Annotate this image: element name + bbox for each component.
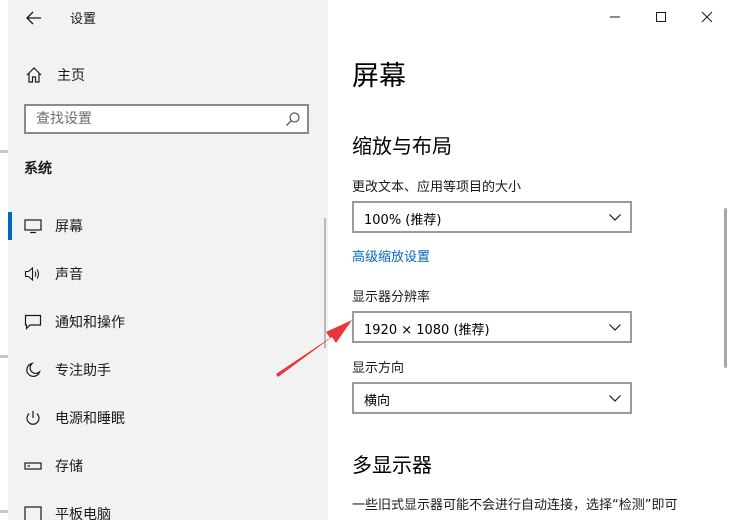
dropdown-value: 100% (推荐) — [364, 213, 442, 228]
speaker-icon — [24, 266, 40, 282]
notification-icon — [24, 314, 42, 330]
moon-icon — [26, 362, 41, 377]
storage-icon — [24, 462, 42, 470]
dropdown-value: 1920 × 1080 (推荐) — [364, 323, 490, 338]
advanced-scaling-link[interactable]: 高级缩放设置 — [352, 246, 430, 265]
back-button[interactable] — [20, 4, 48, 32]
tablet-icon — [24, 506, 42, 520]
chevron-down-icon — [609, 324, 621, 331]
multi-display-description: 一些旧式显示器可能不会进行自动连接，选择“检测”即可 — [352, 498, 678, 513]
sidebar: 设置 主页 系统 屏幕 — [8, 0, 328, 520]
sidebar-item-sound[interactable]: 声音 — [8, 252, 328, 296]
titlebar-left: 设置 — [8, 0, 328, 36]
sidebar-item-display[interactable]: 屏幕 — [8, 204, 328, 248]
edge-mark — [0, 355, 8, 358]
resolution-label: 显示器分辨率 — [352, 290, 431, 305]
section-heading-system: 系统 — [24, 161, 52, 177]
resolution-dropdown[interactable]: 1920 × 1080 (推荐) — [352, 311, 632, 343]
search-box[interactable] — [24, 104, 309, 134]
search-icon[interactable] — [285, 111, 301, 127]
sidebar-item-label: 平板电脑 — [55, 507, 111, 520]
chevron-down-icon — [609, 395, 621, 402]
content-pane: 屏幕 缩放与布局 更改文本、应用等项目的大小 100% (推荐) 高级缩放设置 … — [328, 0, 738, 520]
text-size-dropdown[interactable]: 100% (推荐) — [352, 201, 632, 233]
window-left-edge — [0, 0, 8, 520]
maximize-button[interactable] — [638, 0, 684, 34]
dropdown-value: 横向 — [364, 394, 391, 409]
sidebar-item-power-sleep[interactable]: 电源和睡眠 — [8, 396, 328, 440]
edge-mark — [0, 510, 8, 513]
sidebar-item-label: 专注助手 — [55, 363, 111, 379]
orientation-label: 显示方向 — [352, 361, 405, 376]
group-title-scale-layout: 缩放与布局 — [352, 134, 452, 158]
sidebar-scrollbar[interactable] — [324, 218, 326, 348]
settings-window: 设置 主页 系统 屏幕 — [8, 0, 738, 520]
minimize-button[interactable] — [592, 0, 638, 34]
orientation-dropdown[interactable]: 横向 — [352, 382, 632, 414]
content-scrollbar[interactable] — [724, 208, 727, 368]
edge-mark — [0, 150, 8, 153]
sidebar-item-label: 存储 — [55, 459, 83, 475]
maximize-icon — [656, 12, 666, 22]
sidebar-item-focus-assist[interactable]: 专注助手 — [8, 348, 328, 392]
sidebar-item-tablet[interactable]: 平板电脑 — [8, 492, 328, 520]
minimize-icon — [610, 16, 620, 18]
sidebar-item-label: 通知和操作 — [55, 315, 125, 331]
back-arrow-icon — [26, 11, 41, 25]
close-icon — [701, 11, 713, 23]
home-label: 主页 — [57, 68, 85, 84]
search-input[interactable] — [26, 106, 286, 132]
sidebar-item-storage[interactable]: 存储 — [8, 444, 328, 488]
close-button[interactable] — [684, 0, 730, 34]
sidebar-item-notifications[interactable]: 通知和操作 — [8, 300, 328, 344]
sidebar-item-home[interactable]: 主页 — [8, 56, 328, 92]
power-icon — [26, 411, 40, 425]
text-size-label: 更改文本、应用等项目的大小 — [352, 180, 522, 195]
home-icon — [26, 67, 42, 83]
group-title-multi-display: 多显示器 — [352, 453, 432, 477]
sidebar-item-label: 屏幕 — [55, 219, 83, 235]
app-title: 设置 — [70, 12, 97, 27]
chevron-down-icon — [609, 214, 621, 221]
selection-indicator — [8, 212, 12, 240]
page-title: 屏幕 — [352, 61, 406, 92]
monitor-icon — [24, 219, 42, 234]
sidebar-item-label: 声音 — [55, 267, 83, 283]
sidebar-item-label: 电源和睡眠 — [55, 411, 125, 427]
